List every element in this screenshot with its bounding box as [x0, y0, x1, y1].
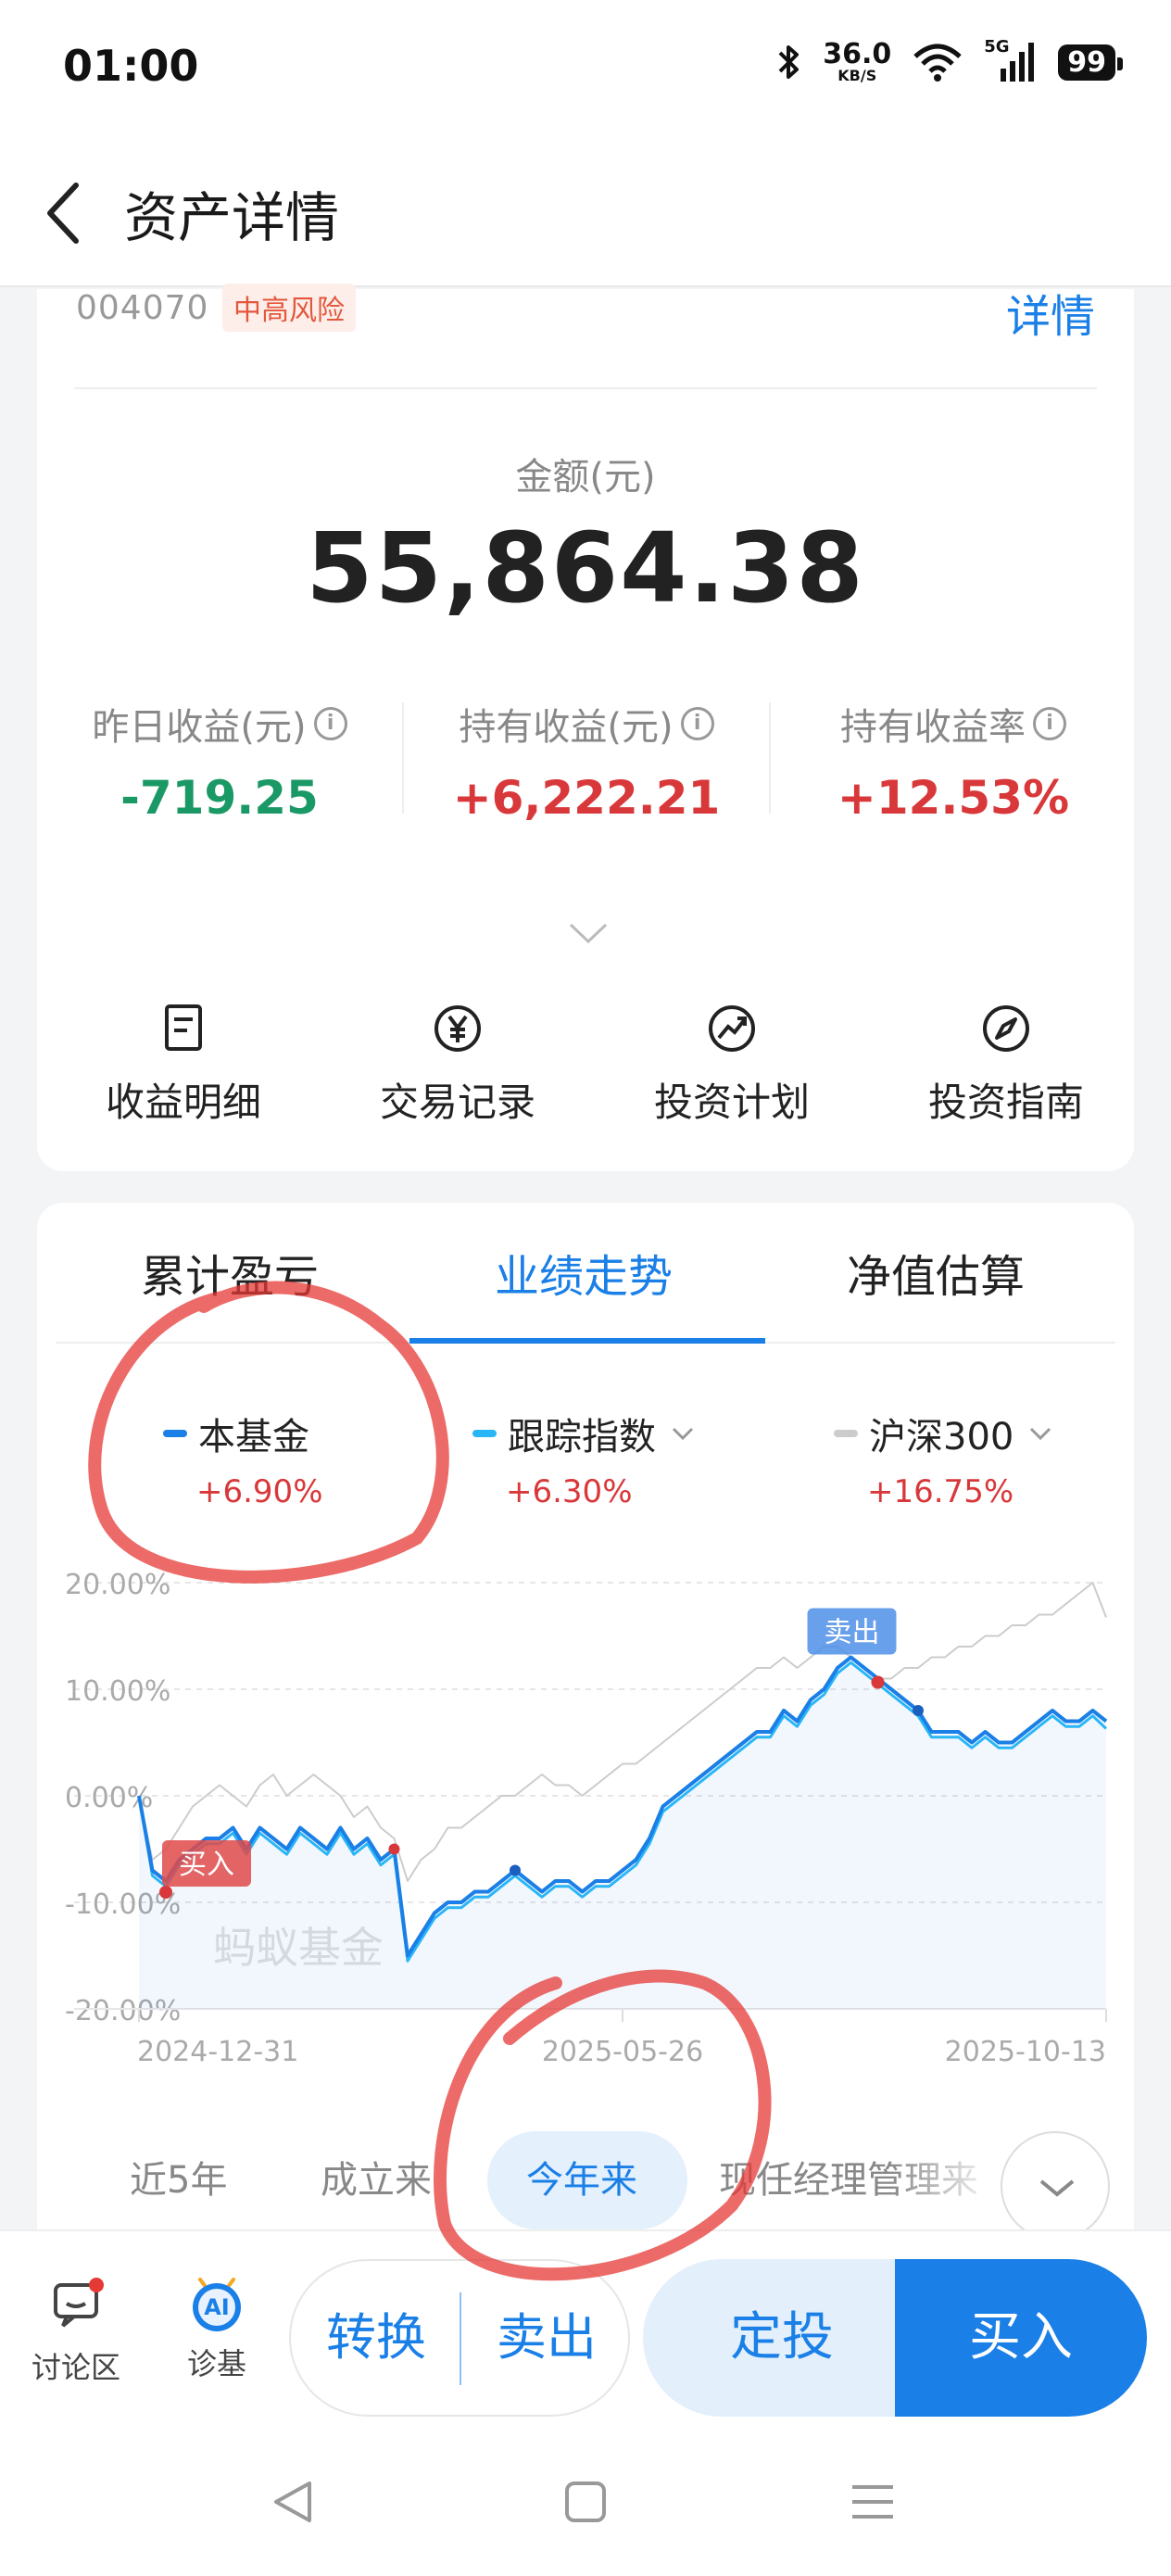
- diagnose-button[interactable]: AI 诊基: [161, 2274, 272, 2383]
- legend-value: +6.30%: [506, 1473, 633, 1510]
- stat-value: +6,222.21: [452, 771, 721, 825]
- stat-yesterday-income: 昨日收益(元) i -719.25: [37, 697, 402, 825]
- compass-icon: [983, 1005, 1029, 1052]
- range-5y[interactable]: 近5年: [130, 2139, 227, 2222]
- buy-marker-label: 买入: [179, 1849, 234, 1881]
- system-back-icon[interactable]: [256, 2465, 330, 2539]
- cellular-signal-icon: 5G: [984, 37, 1038, 83]
- wifi-icon: [913, 44, 962, 82]
- stat-value: +12.53%: [837, 771, 1070, 825]
- legend-tracking-index[interactable]: 跟踪指数 +6.30%: [472, 1407, 695, 1510]
- menu-label: 收益明细: [105, 1080, 261, 1125]
- menu-trade-records[interactable]: 交易记录: [356, 1003, 560, 1128]
- status-icons: 36.0 KB/S 5G 99: [776, 37, 1123, 87]
- series-area: [139, 1657, 1106, 2009]
- menu-label: 投资指南: [927, 1080, 1084, 1125]
- info-icon[interactable]: i: [313, 707, 347, 740]
- tab-cumulative-pnl[interactable]: 累计盈亏: [141, 1240, 319, 1305]
- legend-value: +16.75%: [867, 1473, 1014, 1510]
- trade-dot: [388, 1843, 400, 1855]
- tab-nav-estimate[interactable]: 净值估算: [847, 1240, 1025, 1305]
- performance-chart[interactable]: 20.00%10.00%0.00%-10.00%-20.00%蚂蚁基金2024-…: [37, 1555, 1134, 2092]
- legend-value: +6.90%: [196, 1473, 323, 1510]
- status-bar: 01:00 36.0 KB/S 5G 99: [0, 0, 1171, 139]
- chevron-down-icon: [1030, 1427, 1051, 1441]
- menu-label: 投资计划: [653, 1080, 810, 1125]
- chevron-down-icon: [672, 1427, 694, 1441]
- yen-icon: [434, 1005, 481, 1052]
- system-menu-icon[interactable]: [836, 2465, 910, 2539]
- sell-point: [871, 1675, 885, 1689]
- stat-holding-rate: 持有收益率 i +12.53%: [771, 697, 1136, 825]
- ai-diagnose-icon: AI: [187, 2274, 246, 2333]
- network-speed: 36.0 KB/S: [823, 38, 892, 84]
- active-tab-indicator: [409, 1338, 765, 1344]
- stat-holding-income: 持有收益(元) i +6,222.21: [404, 697, 769, 825]
- y-tick-label: 10.00%: [65, 1675, 170, 1708]
- amount-value: 55,864.38: [306, 511, 865, 625]
- convert-sell-group: 转换 卖出: [289, 2259, 630, 2417]
- legend-swatch: [163, 1430, 187, 1437]
- detail-link[interactable]: 详情: [1006, 280, 1095, 345]
- legend-swatch: [834, 1430, 858, 1437]
- risk-badge: 中高风险: [222, 284, 356, 332]
- bluetooth-icon: [778, 45, 800, 79]
- amount-label: 金额(元): [515, 456, 656, 499]
- fund-code: 004070: [76, 289, 209, 327]
- buy-button[interactable]: 买入: [895, 2259, 1147, 2417]
- buy-point: [159, 1886, 172, 1899]
- bottom-action-bar: 讨论区 AI 诊基 转换 卖出 定投 买入: [0, 2229, 1171, 2433]
- x-tick-label: 2025-10-13: [945, 2036, 1106, 2068]
- system-nav-bar: [0, 2433, 1171, 2576]
- menu-label: 交易记录: [379, 1080, 535, 1125]
- menu-invest-plan[interactable]: 投资计划: [630, 1003, 834, 1128]
- fade-overlay: [889, 2129, 1001, 2231]
- stat-label: 持有收益(元): [459, 706, 674, 749]
- convert-button[interactable]: 转换: [291, 2261, 461, 2415]
- system-home-icon[interactable]: [548, 2465, 623, 2539]
- nav-bar: 资产详情: [0, 139, 1171, 287]
- x-tick-label: 2024-12-31: [137, 2036, 298, 2068]
- chevron-down-icon: [1039, 2179, 1075, 2197]
- x-tick-label: 2025-05-26: [542, 2036, 703, 2068]
- tab-performance-trend[interactable]: 业绩走势: [495, 1240, 673, 1305]
- menu-income-detail[interactable]: 收益明细: [82, 1003, 285, 1128]
- battery-icon: 99: [1058, 44, 1123, 81]
- sell-button[interactable]: 卖出: [461, 2261, 632, 2415]
- stat-value: -719.25: [120, 771, 319, 825]
- back-arrow-icon[interactable]: [39, 176, 94, 250]
- page-title: 资产详情: [124, 186, 340, 249]
- legend-csi300[interactable]: 沪深300 +16.75%: [834, 1407, 1052, 1510]
- info-icon[interactable]: i: [680, 707, 714, 740]
- trend-icon: [709, 1005, 755, 1052]
- asset-summary-card: 004070 中高风险 详情 金额(元) 55,864.38 昨日收益(元) i …: [37, 284, 1136, 1171]
- y-tick-label: 20.00%: [65, 1569, 170, 1601]
- range-more-button[interactable]: [1001, 2131, 1110, 2241]
- menu-invest-guide[interactable]: 投资指南: [904, 1003, 1108, 1128]
- chevron-down-icon[interactable]: [567, 919, 610, 947]
- info-icon[interactable]: i: [1033, 707, 1066, 740]
- sell-marker-label: 卖出: [825, 1617, 880, 1649]
- legend-swatch: [472, 1430, 497, 1437]
- document-icon: [165, 1004, 202, 1051]
- stat-label: 昨日收益(元): [92, 706, 307, 749]
- fixed-invest-button[interactable]: 定投: [643, 2259, 921, 2417]
- chat-icon: [54, 2278, 104, 2328]
- forum-button[interactable]: 讨论区: [20, 2274, 132, 2387]
- diagnose-label: 诊基: [186, 2346, 246, 2381]
- divider: [74, 387, 1097, 389]
- trade-dot: [913, 1705, 924, 1716]
- legend-this-fund[interactable]: 本基金 +6.90%: [163, 1407, 323, 1510]
- status-time: 01:00: [63, 41, 199, 91]
- range-since-inception[interactable]: 成立来: [321, 2139, 432, 2222]
- stat-label: 持有收益率: [840, 706, 1026, 749]
- forum-label: 讨论区: [31, 2350, 120, 2385]
- trade-dot: [510, 1864, 521, 1876]
- range-ytd[interactable]: 今年来: [526, 2139, 637, 2222]
